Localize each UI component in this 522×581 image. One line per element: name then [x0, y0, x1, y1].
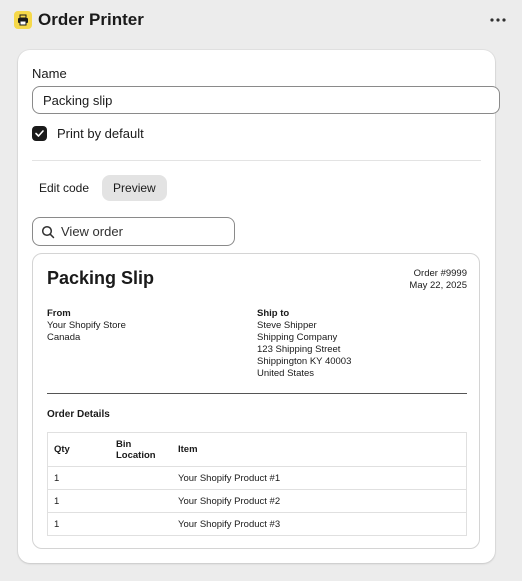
column-header-item: Item [172, 432, 467, 467]
tab-edit-code[interactable]: Edit code [32, 175, 96, 201]
order-number: Order #9999 [413, 268, 467, 279]
from-heading: From [47, 308, 71, 319]
address-line: Steve Shipper [257, 320, 317, 331]
tab-preview[interactable]: Preview [102, 175, 167, 201]
slip-title: Packing Slip [47, 268, 155, 288]
address-line: Shipping Company [257, 332, 338, 343]
view-order-button[interactable]: View order [32, 217, 235, 246]
item-cell: Your Shopify Product #1 [172, 466, 467, 490]
print-default-label: Print by default [57, 126, 144, 141]
editor-tabs: Edit code Preview [32, 175, 167, 201]
bin-cell [110, 489, 172, 513]
table-row: 1 Your Shopify Product #3 [48, 513, 467, 536]
address-line: United States [257, 368, 315, 379]
view-order-label: View order [61, 224, 123, 239]
page-title: Order Printer [38, 10, 144, 29]
address-line: Your Shopify Store [47, 320, 126, 331]
qty-cell: 1 [47, 466, 110, 490]
ship-to-address: Ship to Steve Shipper Shipping Company 1… [257, 308, 351, 380]
from-address: From Your Shopify Store Canada [47, 308, 126, 344]
table-row: 1 Your Shopify Product #1 [47, 466, 467, 490]
app-header: Order Printer [14, 8, 508, 32]
bin-cell [110, 466, 172, 490]
ship-to-heading: Ship to [257, 308, 290, 319]
section-rule [47, 393, 467, 394]
address-line: 123 Shipping Street [257, 344, 341, 355]
qty-cell: 1 [47, 489, 110, 513]
qty-cell: 1 [54, 518, 60, 530]
print-default-row[interactable]: Print by default [32, 126, 144, 141]
item-cell: Your Shopify Product #2 [172, 489, 467, 513]
order-meta: Order #9999 May 22, 2025 [409, 268, 467, 292]
order-details-heading: Order Details [47, 409, 110, 420]
divider [32, 160, 481, 161]
address-line: Canada [47, 332, 81, 343]
name-label: Name [32, 66, 67, 81]
packing-slip-preview: Packing Slip Order #9999 May 22, 2025 Fr… [32, 253, 480, 549]
column-header-bin: Bin Location [110, 432, 172, 467]
print-default-checkbox[interactable] [32, 126, 47, 141]
item-cell: Your Shopify Product #3 [178, 518, 281, 530]
checkmark-icon [35, 130, 44, 137]
settings-card: Name Print by default Edit code Preview … [18, 50, 500, 563]
table-row: 1 Your Shopify Product #2 [47, 489, 467, 513]
more-horizontal-icon[interactable] [488, 10, 508, 30]
table-header-row: Qty Bin Location Item [47, 432, 467, 467]
name-input[interactable] [32, 86, 500, 114]
bin-cell [110, 513, 172, 536]
order-date: May 22, 2025 [409, 280, 467, 291]
column-header-qty: Qty [47, 432, 110, 467]
order-items-table: Qty Bin Location Item 1 Your Shopify Pro… [47, 432, 467, 536]
address-line: Shippington KY 40003 [257, 356, 352, 367]
search-icon [41, 225, 55, 238]
printer-icon [14, 11, 32, 29]
